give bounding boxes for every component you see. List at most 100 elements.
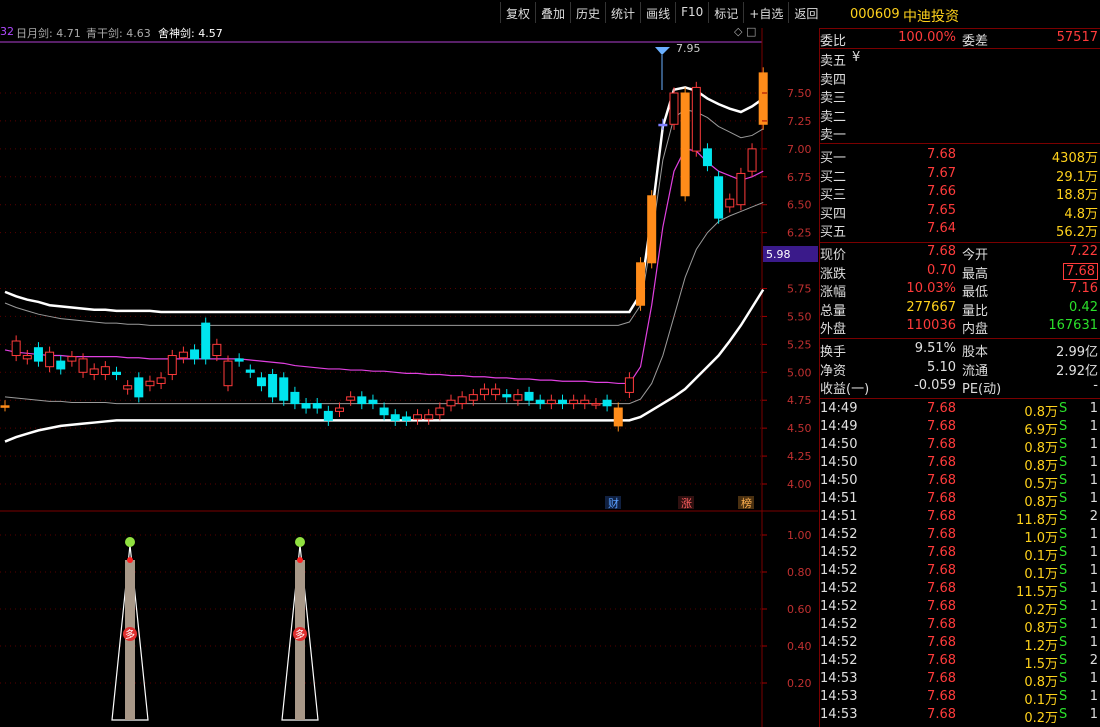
candle-body [413,414,423,420]
kline-chart[interactable]: 7.50 7.25 7.00 6.75 6.50 6.25 5.75 5.50 5.25 5.00… [0,0,818,727]
current-price-badge: 5.98 [766,248,791,261]
candle-body [123,385,133,390]
tick-row[interactable]: 14:49 7.68 6.9万 S 1 [820,419,1100,438]
tick-vol: 0.8万 [1024,675,1058,690]
candle-body [11,340,21,357]
marker-zhangting[interactable]: 涨 [681,497,692,510]
candle-body [691,86,701,152]
tick-row[interactable]: 14:50 7.68 0.5万 S 1 [820,473,1100,492]
tick-side: S [1059,509,1068,524]
signal-dot-icon [127,557,133,563]
tick-row[interactable]: 14:52 7.68 1.0万 S 1 [820,527,1100,546]
candle-body [613,407,623,427]
buy-level-row[interactable]: 买一 7.68 4308万 [820,147,1100,166]
buy-level-row[interactable]: 买五 7.64 56.2万 [820,221,1100,240]
tick-side: S [1059,617,1068,632]
sell-level-label: 卖四 [820,72,847,88]
tick-price: 7.68 [927,635,956,650]
tick-count: 1 [1089,599,1098,614]
tick-row[interactable]: 14:53 7.68 0.8万 S 1 [820,671,1100,690]
tick-row[interactable]: 14:52 7.68 0.1万 S 1 [820,545,1100,564]
tick-side: S [1059,473,1068,488]
candle-body [100,366,110,376]
tick-vol: 0.8万 [1024,495,1058,510]
sell-level-row[interactable]: 卖一 [820,124,1100,143]
marker-bang[interactable]: 榜 [741,496,752,510]
sub-axis-label: 0.20 [787,677,812,690]
tick-row[interactable]: 14:50 7.68 0.8万 S 1 [820,455,1100,474]
tick-side: S [1059,455,1068,470]
candle-body [658,123,668,127]
buy-level-row[interactable]: 买四 7.65 4.8万 [820,203,1100,222]
tick-price: 7.68 [927,509,956,524]
tick-row[interactable]: 14:49 7.68 0.8万 S 1 [820,401,1100,420]
tick-time: 14:51 [820,509,858,524]
buy-level-label: 买二 [820,169,847,185]
candle-body [190,349,200,360]
buy-level-label: 买三 [820,188,847,203]
quote-v2: 7.16 [1069,281,1098,296]
tick-row[interactable]: 14:52 7.68 11.5万 S 1 [820,581,1100,600]
candle-body [580,399,590,405]
quote-panel: 委比 100.00% 委差 57517 卖五 ¥ 卖四 卖三 卖二 卖一 买一 7.68 43… [819,28,1100,727]
tick-count: 1 [1089,491,1098,506]
price-axis-label: 5.00 [787,366,812,379]
tick-count: 1 [1089,455,1098,470]
candle-body [323,410,333,421]
tick-row[interactable]: 14:52 7.68 1.5万 S 2 [820,653,1100,672]
buy-level-row[interactable]: 买三 7.66 18.8万 [820,184,1100,203]
candle-body [479,388,489,396]
candle-body [647,195,657,264]
quote-row: 现价 7.68 今开 7.22 [820,244,1100,263]
tick-row[interactable]: 14:50 7.68 0.8万 S 1 [820,437,1100,456]
tick-vol: 0.2万 [1024,603,1058,618]
candle-body [502,394,512,398]
tick-row[interactable]: 14:52 7.68 1.2万 S 1 [820,635,1100,654]
quote-l2: 内盘 [962,322,989,337]
tick-vol: 0.2万 [1024,711,1058,726]
tick-row[interactable]: 14:52 7.68 0.1万 S 1 [820,563,1100,582]
candle-body [357,396,367,405]
quote-l2: 量比 [962,303,989,319]
buy-level-row[interactable]: 买二 7.67 29.1万 [820,165,1100,185]
tick-count: 1 [1089,671,1098,686]
tick-count: 2 [1089,509,1098,524]
tick-price: 7.68 [927,581,956,596]
buy-level-price: 7.68 [927,147,956,162]
marker-caibao[interactable]: 财 [608,496,619,510]
candle-body [624,377,634,393]
tick-row[interactable]: 14:51 7.68 11.8万 S 2 [820,509,1100,528]
buy-level-volume: 18.8万 [1056,188,1098,203]
quote-l1: 外盘 [820,322,847,337]
sell-level-row[interactable]: 卖四 [820,69,1100,88]
tick-price: 7.68 [927,599,956,614]
quote-row: 涨跌 0.70 最高 7.68 [820,262,1100,282]
candle-body [156,377,166,384]
sell-level-price: ¥ [852,50,861,65]
sell-level-row[interactable]: 卖五 ¥ [820,50,1100,69]
tick-count: 1 [1089,563,1098,578]
buy-level-label: 买一 [820,151,847,166]
tick-time: 14:53 [820,707,858,722]
quote-v2: 7.68 [1063,262,1098,280]
tick-row[interactable]: 14:52 7.68 0.2万 S 1 [820,599,1100,618]
tick-vol: 0.8万 [1024,441,1058,456]
candle-body [435,407,445,416]
candle-body [312,403,322,409]
quote-v2: 167631 [1048,318,1098,333]
tick-row[interactable]: 14:53 7.68 0.2万 S 1 [820,707,1100,726]
tick-row[interactable]: 14:52 7.68 0.8万 S 1 [820,617,1100,636]
sell-level-row[interactable]: 卖三 [820,87,1100,106]
buy-level-price: 7.67 [927,165,956,181]
tick-row[interactable]: 14:51 7.68 0.8万 S 1 [820,491,1100,510]
candle-body [401,416,411,421]
weibi-value: 100.00% [898,30,956,45]
candle-body [33,347,43,362]
candle-body [335,407,344,412]
tick-side: S [1059,401,1068,416]
tick-time: 14:53 [820,671,858,686]
sell-level-row[interactable]: 卖二 [820,106,1100,125]
tick-row[interactable]: 14:53 7.68 0.1万 S 1 [820,689,1100,708]
candle-body [535,399,545,405]
candle-body [491,388,501,396]
